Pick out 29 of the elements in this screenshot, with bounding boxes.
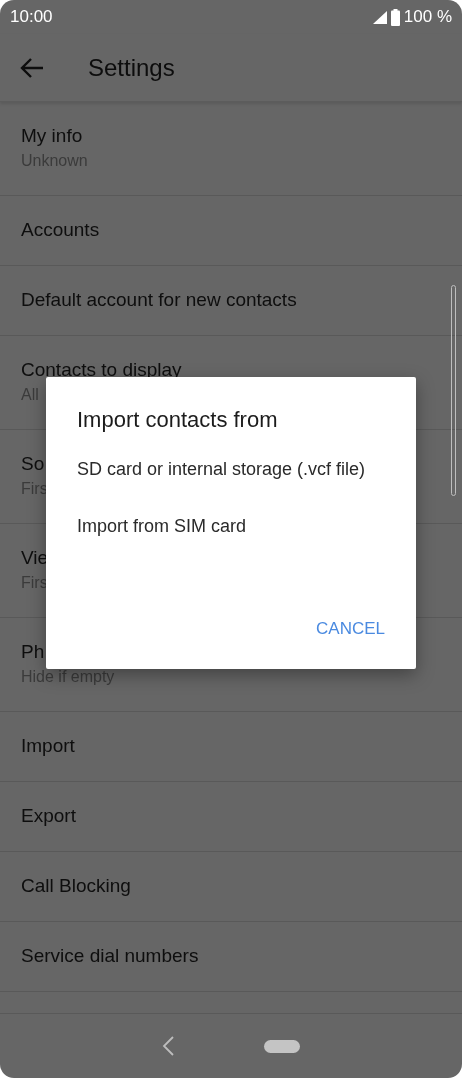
page-title: Settings <box>88 52 175 83</box>
item-title: Ph <box>21 640 45 664</box>
item-title: Default account for new contacts <box>21 288 297 312</box>
item-title: Import <box>21 734 75 758</box>
item-title: So <box>21 452 45 476</box>
dialog-option[interactable]: Import from SIM card <box>77 515 385 539</box>
item-title: Contacts to display <box>21 358 182 382</box>
settings-item[interactable]: Call Blocking <box>0 852 462 922</box>
battery-icon <box>390 8 400 26</box>
item-title: Vie <box>21 546 49 570</box>
item-title: Export <box>21 804 76 828</box>
dialog-option[interactable]: SD card or internal storage (.vcf file) <box>77 458 385 482</box>
signal-icon <box>372 10 387 24</box>
settings-item[interactable]: Service dial numbers <box>0 922 462 992</box>
dialog-title: Import contacts from <box>77 406 279 434</box>
settings-item[interactable]: Accounts <box>0 196 462 266</box>
back-icon[interactable] <box>20 57 44 78</box>
home-button[interactable] <box>264 1039 300 1053</box>
settings-item[interactable]: Default account for new contacts <box>0 266 462 336</box>
item-title: Service dial numbers <box>21 944 199 968</box>
cancel-button[interactable]: CANCEL <box>316 615 385 641</box>
settings-item[interactable]: Export <box>0 782 462 852</box>
item-title: My info <box>21 124 83 148</box>
back-icon[interactable] <box>162 1036 174 1056</box>
item-title: Accounts <box>21 218 100 242</box>
item-title: Call Blocking <box>21 874 131 898</box>
clock: 10:00 <box>10 6 53 29</box>
battery-level: 100 % <box>403 6 452 29</box>
settings-item[interactable]: Import <box>0 712 462 782</box>
